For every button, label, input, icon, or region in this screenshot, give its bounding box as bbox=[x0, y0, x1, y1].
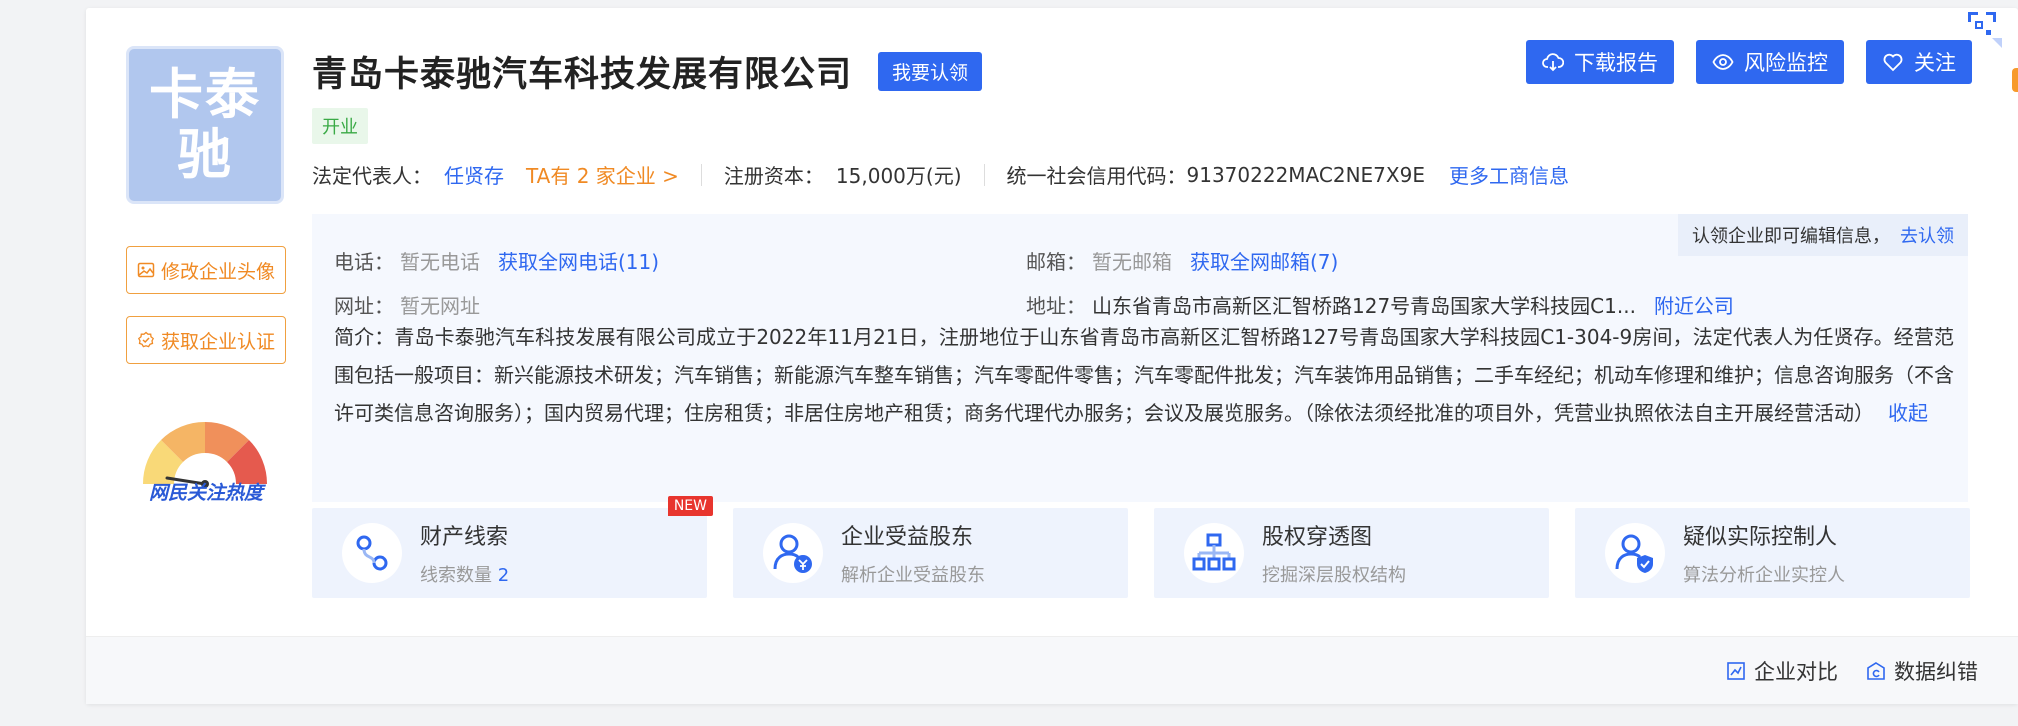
compare-icon bbox=[1727, 661, 1745, 680]
website-line: 网址： 暂无网址 bbox=[334, 290, 480, 319]
get-email-link[interactable]: 获取全网邮箱(7) bbox=[1190, 250, 1338, 274]
phone-value: 暂无电话 bbox=[400, 250, 480, 274]
other-companies-link[interactable]: TA有 2 家企业 > bbox=[526, 160, 679, 189]
intro-label: 简介： bbox=[334, 325, 395, 349]
get-certification-button[interactable]: 获取企业认证 bbox=[126, 316, 286, 364]
feature-text: 财产线索 线索数量 2 bbox=[420, 519, 509, 587]
email-value: 暂无邮箱 bbox=[1092, 250, 1172, 274]
feature-text: 企业受益股东 解析企业受益股东 bbox=[841, 519, 985, 587]
org-chart-icon bbox=[1184, 523, 1244, 583]
company-compare-label: 企业对比 bbox=[1754, 659, 1838, 684]
phone-label: 电话： bbox=[334, 250, 394, 274]
divider bbox=[983, 163, 985, 186]
data-correction-button[interactable]: 数据纠错 bbox=[1866, 656, 1978, 686]
phone-line: 电话： 暂无电话 获取全网电话(11) bbox=[334, 246, 659, 275]
title-row: 青岛卡泰驰汽车科技发展有限公司 我要认领 bbox=[312, 46, 983, 97]
card-footer: 企业对比 数据纠错 bbox=[86, 636, 2018, 704]
credit-code-label: 统一社会信用代码： bbox=[1006, 164, 1187, 188]
company-name: 青岛卡泰驰汽车科技发展有限公司 bbox=[312, 55, 853, 95]
side-float-tab[interactable] bbox=[2012, 68, 2018, 92]
asset-clues-icon bbox=[342, 523, 402, 583]
feature-cards: 财产线索 线索数量 2 NEW 企业受益股东 解析企业受益股东 股权穿透图 挖掘… bbox=[312, 496, 1970, 598]
divider bbox=[700, 163, 702, 186]
address-line: 地址： 山东省青岛市高新区汇智桥路127号青岛国家大学科技园C1... 附近公司 bbox=[1026, 290, 1734, 319]
feature-subtitle: 挖掘深层股权结构 bbox=[1262, 565, 1406, 586]
feature-card-actual-controller[interactable]: 疑似实际控制人 算法分析企业实控人 bbox=[1575, 508, 1970, 598]
website-label: 网址： bbox=[334, 294, 394, 318]
website-value: 暂无网址 bbox=[400, 294, 480, 318]
feature-card-equity-penetration[interactable]: 股权穿透图 挖掘深层股权结构 bbox=[1154, 508, 1549, 598]
status-badge: 开业 bbox=[312, 108, 368, 144]
cloud-download-icon bbox=[1542, 53, 1564, 72]
feature-title: 财产线索 bbox=[420, 525, 509, 550]
change-logo-label: 修改企业头像 bbox=[160, 260, 275, 283]
change-logo-button[interactable]: 修改企业头像 bbox=[126, 246, 286, 294]
more-business-info-link[interactable]: 更多工商信息 bbox=[1449, 160, 1569, 189]
capital-value: 15,000万(元) bbox=[835, 164, 962, 188]
eye-icon bbox=[1712, 54, 1734, 70]
follow-label: 关注 bbox=[1914, 51, 1956, 75]
address-value: 山东省青岛市高新区汇智桥路127号青岛国家大学科技园C1... bbox=[1092, 294, 1636, 318]
company-logo: 卡泰驰 bbox=[126, 46, 284, 204]
risk-monitor-label: 风险监控 bbox=[1744, 51, 1828, 75]
basic-info-row: 法定代表人： 任贤存 TA有 2 家企业 > 注册资本： 15,000万(元) … bbox=[312, 160, 1569, 189]
claim-button[interactable]: 我要认领 bbox=[878, 52, 983, 91]
new-badge: NEW bbox=[667, 496, 713, 516]
feature-card-beneficial-owners[interactable]: 企业受益股东 解析企业受益股东 bbox=[733, 508, 1128, 598]
address-label: 地址： bbox=[1026, 294, 1086, 318]
feature-title: 企业受益股东 bbox=[841, 525, 974, 550]
feature-subtitle: 解析企业受益股东 bbox=[841, 565, 985, 586]
claim-hint-text: 认领企业即可编辑信息， bbox=[1692, 226, 1890, 247]
badge-check-icon bbox=[137, 331, 155, 348]
detail-panel: 认领企业即可编辑信息， 去认领 电话： 暂无电话 获取全网电话(11) 邮箱： 暂无邮… bbox=[312, 214, 1968, 502]
capital-label: 注册资本： bbox=[723, 164, 824, 188]
feature-text: 疑似实际控制人 算法分析企业实控人 bbox=[1683, 519, 1845, 587]
feature-title: 疑似实际控制人 bbox=[1683, 525, 1838, 550]
feature-subtitle: 线索数量 2 bbox=[420, 565, 510, 586]
clue-count: 2 bbox=[497, 565, 510, 586]
action-buttons: 下载报告 风险监控 关注 bbox=[1526, 40, 1972, 84]
heart-icon bbox=[1883, 53, 1903, 72]
feature-card-asset-clues[interactable]: 财产线索 线索数量 2 NEW bbox=[312, 496, 713, 598]
credit-code-value: 91370222MAC2NE7X9E bbox=[1186, 162, 1425, 187]
company-intro: 简介：青岛卡泰驰汽车科技发展有限公司成立于2022年11月21日，注册地位于山东… bbox=[334, 318, 1954, 432]
feature-subtitle: 算法分析企业实控人 bbox=[1683, 565, 1845, 586]
nearby-companies-link[interactable]: 附近公司 bbox=[1654, 294, 1734, 318]
get-phone-link[interactable]: 获取全网电话(11) bbox=[498, 250, 659, 274]
data-correction-label: 数据纠错 bbox=[1894, 659, 1978, 684]
feature-title: 股权穿透图 bbox=[1262, 525, 1373, 550]
go-claim-link[interactable]: 去认领 bbox=[1900, 222, 1954, 248]
follow-button[interactable]: 关注 bbox=[1866, 40, 1972, 84]
download-report-label: 下载报告 bbox=[1574, 51, 1658, 75]
download-report-button[interactable]: 下载报告 bbox=[1526, 40, 1674, 84]
claim-hint: 认领企业即可编辑信息， 去认领 bbox=[1678, 214, 1968, 256]
email-label: 邮箱： bbox=[1026, 250, 1086, 274]
intro-text: 青岛卡泰驰汽车科技发展有限公司成立于2022年11月21日，注册地位于山东省青岛… bbox=[334, 325, 1955, 425]
beneficial-owner-icon bbox=[763, 523, 823, 583]
feature-text: 股权穿透图 挖掘深层股权结构 bbox=[1262, 519, 1406, 587]
collapse-link[interactable]: 收起 bbox=[1888, 401, 1928, 425]
company-header-card: 卡泰驰 修改企业头像 获取企业认证 网民关注热度 青岛卡泰驰汽车科技发展有限公司… bbox=[86, 8, 2018, 704]
risk-monitor-button[interactable]: 风险监控 bbox=[1696, 40, 1844, 84]
legal-rep-label: 法定代表人： bbox=[312, 164, 432, 188]
controller-shield-icon bbox=[1605, 523, 1665, 583]
get-certification-label: 获取企业认证 bbox=[160, 330, 275, 353]
company-compare-button[interactable]: 企业对比 bbox=[1726, 656, 1838, 686]
heat-caption: 网民关注热度 bbox=[148, 482, 263, 504]
image-icon bbox=[137, 262, 155, 278]
legal-rep-link[interactable]: 任贤存 bbox=[444, 160, 504, 189]
data-correction-icon bbox=[1867, 661, 1885, 680]
email-line: 邮箱： 暂无邮箱 获取全网邮箱(7) bbox=[1026, 246, 1338, 275]
